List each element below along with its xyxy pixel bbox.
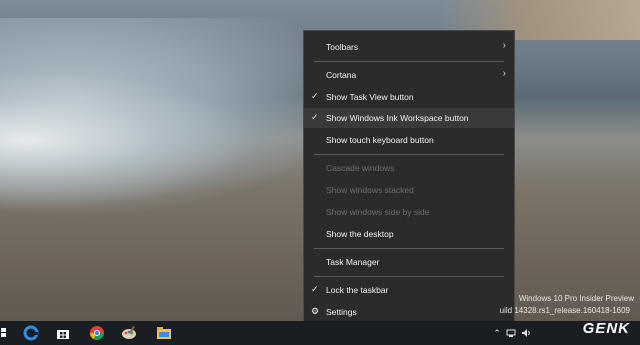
volume-icon[interactable]	[520, 324, 532, 342]
menu-item-task-manager[interactable]: Task Manager	[304, 252, 514, 272]
build-watermark-line2: uild 14328.rs1_release.160418-1609	[499, 306, 630, 315]
menu-item-label: Task Manager	[326, 257, 380, 267]
menu-separator	[314, 248, 504, 249]
menu-item-label: Cascade windows	[326, 163, 395, 173]
menu-item-label: Show Task View button	[326, 92, 414, 102]
menu-item-show-touch-keyboard[interactable]: Show touch keyboard button	[304, 130, 514, 150]
file-explorer-icon[interactable]	[155, 324, 173, 342]
menu-item-label: Show windows side by side	[326, 207, 430, 217]
menu-item-label: Settings	[326, 307, 357, 317]
taskbar: ⌃	[0, 321, 640, 345]
checkmark-icon: ✓	[311, 112, 319, 122]
menu-item-toolbars[interactable]: Toolbars ›	[304, 37, 514, 57]
edge-icon[interactable]	[22, 324, 40, 342]
gear-icon: ⚙	[311, 306, 320, 316]
taskbar-context-menu: Toolbars › Cortana › ✓ Show Task View bu…	[303, 30, 515, 325]
menu-item-cortana[interactable]: Cortana ›	[304, 65, 514, 85]
checkmark-icon: ✓	[311, 284, 319, 294]
paint-icon[interactable]	[120, 324, 138, 342]
menu-item-label: Show windows stacked	[326, 185, 414, 195]
menu-item-windows-side-by-side[interactable]: Show windows side by side	[304, 202, 514, 222]
build-watermark-line1: Windows 10 Pro Insider Preview	[518, 294, 634, 303]
chevron-up-icon[interactable]: ⌃	[492, 324, 502, 342]
network-icon[interactable]	[505, 324, 517, 342]
menu-item-windows-stacked[interactable]: Show windows stacked	[304, 180, 514, 200]
menu-separator	[314, 276, 504, 277]
menu-item-cascade-windows[interactable]: Cascade windows	[304, 158, 514, 178]
checkmark-icon: ✓	[311, 91, 319, 101]
windows-start-icon[interactable]	[0, 324, 8, 342]
menu-item-label: Lock the taskbar	[326, 285, 389, 295]
menu-item-show-ink-workspace[interactable]: ✓ Show Windows Ink Workspace button	[304, 108, 514, 128]
menu-item-label: Show touch keyboard button	[326, 135, 434, 145]
menu-item-settings[interactable]: ⚙ Settings	[304, 302, 514, 322]
chevron-right-icon: ›	[502, 68, 506, 79]
menu-separator	[314, 154, 504, 155]
menu-separator	[314, 61, 504, 62]
menu-item-label: Cortana	[326, 70, 357, 80]
chrome-icon[interactable]	[88, 324, 106, 342]
menu-item-label: Toolbars	[326, 42, 359, 52]
menu-item-show-desktop[interactable]: Show the desktop	[304, 224, 514, 244]
genk-logo: GENK	[582, 320, 630, 337]
chevron-right-icon: ›	[502, 40, 506, 51]
wallpaper-foam	[0, 70, 260, 210]
menu-item-label: Show the desktop	[326, 229, 394, 239]
menu-item-show-task-view[interactable]: ✓ Show Task View button	[304, 87, 514, 107]
menu-item-label: Show Windows Ink Workspace button	[326, 113, 469, 123]
menu-item-lock-taskbar[interactable]: ✓ Lock the taskbar	[304, 280, 514, 300]
store-icon[interactable]	[54, 324, 72, 342]
